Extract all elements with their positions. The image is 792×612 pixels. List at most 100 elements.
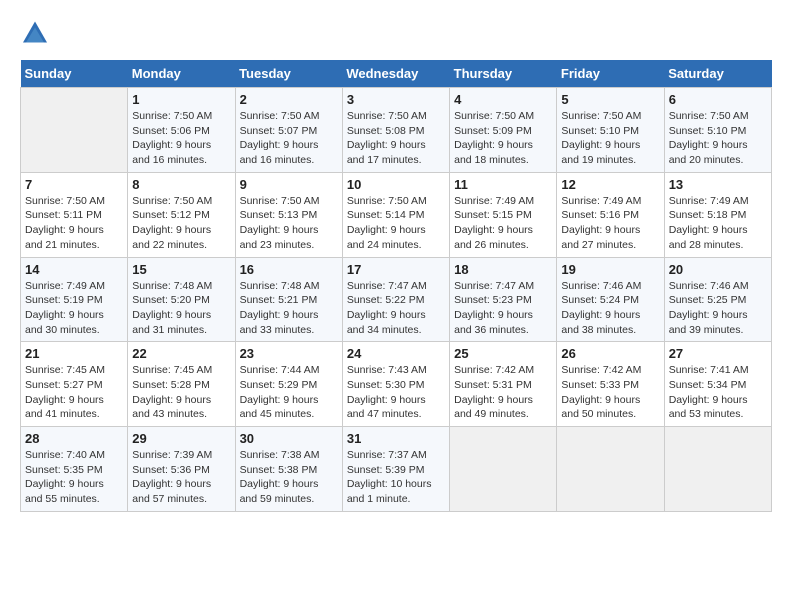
calendar-cell	[450, 427, 557, 512]
cell-info: Sunrise: 7:50 AMSunset: 5:14 PMDaylight:…	[347, 194, 445, 253]
day-number: 11	[454, 177, 552, 192]
day-number: 24	[347, 346, 445, 361]
weekday-header-wednesday: Wednesday	[342, 60, 449, 88]
day-number: 15	[132, 262, 230, 277]
day-number: 28	[25, 431, 123, 446]
day-number: 26	[561, 346, 659, 361]
cell-info: Sunrise: 7:50 AMSunset: 5:07 PMDaylight:…	[240, 109, 338, 168]
page-header	[20, 20, 772, 50]
calendar-cell: 8 Sunrise: 7:50 AMSunset: 5:12 PMDaylight…	[128, 172, 235, 257]
calendar-cell: 6 Sunrise: 7:50 AMSunset: 5:10 PMDaylight…	[664, 88, 771, 173]
cell-info: Sunrise: 7:50 AMSunset: 5:10 PMDaylight:…	[669, 109, 767, 168]
calendar-cell: 3 Sunrise: 7:50 AMSunset: 5:08 PMDaylight…	[342, 88, 449, 173]
cell-info: Sunrise: 7:50 AMSunset: 5:10 PMDaylight:…	[561, 109, 659, 168]
day-number: 17	[347, 262, 445, 277]
calendar-cell: 20 Sunrise: 7:46 AMSunset: 5:25 PMDayligh…	[664, 257, 771, 342]
calendar-week-5: 28 Sunrise: 7:40 AMSunset: 5:35 PMDayligh…	[21, 427, 772, 512]
day-number: 19	[561, 262, 659, 277]
cell-info: Sunrise: 7:50 AMSunset: 5:11 PMDaylight:…	[25, 194, 123, 253]
cell-info: Sunrise: 7:42 AMSunset: 5:31 PMDaylight:…	[454, 363, 552, 422]
day-number: 18	[454, 262, 552, 277]
cell-info: Sunrise: 7:50 AMSunset: 5:13 PMDaylight:…	[240, 194, 338, 253]
calendar-body: 1 Sunrise: 7:50 AMSunset: 5:06 PMDaylight…	[21, 88, 772, 512]
cell-info: Sunrise: 7:47 AMSunset: 5:23 PMDaylight:…	[454, 279, 552, 338]
cell-info: Sunrise: 7:44 AMSunset: 5:29 PMDaylight:…	[240, 363, 338, 422]
day-number: 2	[240, 92, 338, 107]
cell-info: Sunrise: 7:49 AMSunset: 5:18 PMDaylight:…	[669, 194, 767, 253]
calendar-cell: 27 Sunrise: 7:41 AMSunset: 5:34 PMDayligh…	[664, 342, 771, 427]
calendar-cell: 16 Sunrise: 7:48 AMSunset: 5:21 PMDayligh…	[235, 257, 342, 342]
cell-info: Sunrise: 7:50 AMSunset: 5:12 PMDaylight:…	[132, 194, 230, 253]
calendar-cell	[21, 88, 128, 173]
day-number: 31	[347, 431, 445, 446]
weekday-header-thursday: Thursday	[450, 60, 557, 88]
calendar-cell	[557, 427, 664, 512]
calendar-cell: 15Sunrise: 7:48 AMSunset: 5:20 PMDayligh…	[128, 257, 235, 342]
day-number: 23	[240, 346, 338, 361]
day-number: 27	[669, 346, 767, 361]
weekday-header-saturday: Saturday	[664, 60, 771, 88]
calendar-week-4: 21 Sunrise: 7:45 AMSunset: 5:27 PMDayligh…	[21, 342, 772, 427]
cell-info: Sunrise: 7:49 AMSunset: 5:15 PMDaylight:…	[454, 194, 552, 253]
calendar-cell: 5 Sunrise: 7:50 AMSunset: 5:10 PMDaylight…	[557, 88, 664, 173]
calendar-cell: 7 Sunrise: 7:50 AMSunset: 5:11 PMDaylight…	[21, 172, 128, 257]
weekday-header-friday: Friday	[557, 60, 664, 88]
day-number: 4	[454, 92, 552, 107]
day-number: 5	[561, 92, 659, 107]
calendar-cell: 4 Sunrise: 7:50 AMSunset: 5:09 PMDaylight…	[450, 88, 557, 173]
day-number: 7	[25, 177, 123, 192]
cell-info: Sunrise: 7:49 AMSunset: 5:16 PMDaylight:…	[561, 194, 659, 253]
cell-info: Sunrise: 7:50 AMSunset: 5:09 PMDaylight:…	[454, 109, 552, 168]
calendar-cell: 29Sunrise: 7:39 AMSunset: 5:36 PMDayligh…	[128, 427, 235, 512]
calendar-cell: 17 Sunrise: 7:47 AMSunset: 5:22 PMDayligh…	[342, 257, 449, 342]
day-number: 20	[669, 262, 767, 277]
day-number: 10	[347, 177, 445, 192]
calendar-cell: 28 Sunrise: 7:40 AMSunset: 5:35 PMDayligh…	[21, 427, 128, 512]
calendar-table: SundayMondayTuesdayWednesdayThursdayFrid…	[20, 60, 772, 512]
calendar-cell: 11 Sunrise: 7:49 AMSunset: 5:15 PMDayligh…	[450, 172, 557, 257]
weekday-header-sunday: Sunday	[21, 60, 128, 88]
cell-info: Sunrise: 7:41 AMSunset: 5:34 PMDaylight:…	[669, 363, 767, 422]
day-number: 13	[669, 177, 767, 192]
cell-info: Sunrise: 7:48 AMSunset: 5:21 PMDaylight:…	[240, 279, 338, 338]
cell-info: Sunrise: 7:43 AMSunset: 5:30 PMDaylight:…	[347, 363, 445, 422]
cell-info: Sunrise: 7:39 AMSunset: 5:36 PMDaylight:…	[132, 448, 230, 507]
calendar-cell: 10 Sunrise: 7:50 AMSunset: 5:14 PMDayligh…	[342, 172, 449, 257]
day-number: 12	[561, 177, 659, 192]
cell-info: Sunrise: 7:50 AMSunset: 5:08 PMDaylight:…	[347, 109, 445, 168]
cell-info: Sunrise: 7:47 AMSunset: 5:22 PMDaylight:…	[347, 279, 445, 338]
day-number: 21	[25, 346, 123, 361]
calendar-cell: 25Sunrise: 7:42 AMSunset: 5:31 PMDayligh…	[450, 342, 557, 427]
calendar-cell: 30Sunrise: 7:38 AMSunset: 5:38 PMDayligh…	[235, 427, 342, 512]
day-number: 3	[347, 92, 445, 107]
day-number: 8	[132, 177, 230, 192]
calendar-cell: 31 Sunrise: 7:37 AMSunset: 5:39 PMDayligh…	[342, 427, 449, 512]
calendar-week-2: 7 Sunrise: 7:50 AMSunset: 5:11 PMDaylight…	[21, 172, 772, 257]
calendar-cell: 1 Sunrise: 7:50 AMSunset: 5:06 PMDaylight…	[128, 88, 235, 173]
cell-info: Sunrise: 7:42 AMSunset: 5:33 PMDaylight:…	[561, 363, 659, 422]
calendar-cell: 24 Sunrise: 7:43 AMSunset: 5:30 PMDayligh…	[342, 342, 449, 427]
cell-info: Sunrise: 7:50 AMSunset: 5:06 PMDaylight:…	[132, 109, 230, 168]
calendar-week-1: 1 Sunrise: 7:50 AMSunset: 5:06 PMDaylight…	[21, 88, 772, 173]
weekday-header-monday: Monday	[128, 60, 235, 88]
day-number: 9	[240, 177, 338, 192]
cell-info: Sunrise: 7:45 AMSunset: 5:28 PMDaylight:…	[132, 363, 230, 422]
calendar-cell: 13 Sunrise: 7:49 AMSunset: 5:18 PMDayligh…	[664, 172, 771, 257]
logo-icon	[20, 20, 50, 50]
day-number: 16	[240, 262, 338, 277]
calendar-cell: 9 Sunrise: 7:50 AMSunset: 5:13 PMDaylight…	[235, 172, 342, 257]
cell-info: Sunrise: 7:38 AMSunset: 5:38 PMDaylight:…	[240, 448, 338, 507]
calendar-cell	[664, 427, 771, 512]
calendar-cell: 23 Sunrise: 7:44 AMSunset: 5:29 PMDayligh…	[235, 342, 342, 427]
cell-info: Sunrise: 7:37 AMSunset: 5:39 PMDaylight:…	[347, 448, 445, 507]
day-number: 1	[132, 92, 230, 107]
logo	[20, 20, 54, 50]
calendar-cell: 19Sunrise: 7:46 AMSunset: 5:24 PMDayligh…	[557, 257, 664, 342]
calendar-cell: 21 Sunrise: 7:45 AMSunset: 5:27 PMDayligh…	[21, 342, 128, 427]
cell-info: Sunrise: 7:40 AMSunset: 5:35 PMDaylight:…	[25, 448, 123, 507]
cell-info: Sunrise: 7:45 AMSunset: 5:27 PMDaylight:…	[25, 363, 123, 422]
day-number: 6	[669, 92, 767, 107]
day-number: 22	[132, 346, 230, 361]
cell-info: Sunrise: 7:46 AMSunset: 5:25 PMDaylight:…	[669, 279, 767, 338]
calendar-cell: 22 Sunrise: 7:45 AMSunset: 5:28 PMDayligh…	[128, 342, 235, 427]
